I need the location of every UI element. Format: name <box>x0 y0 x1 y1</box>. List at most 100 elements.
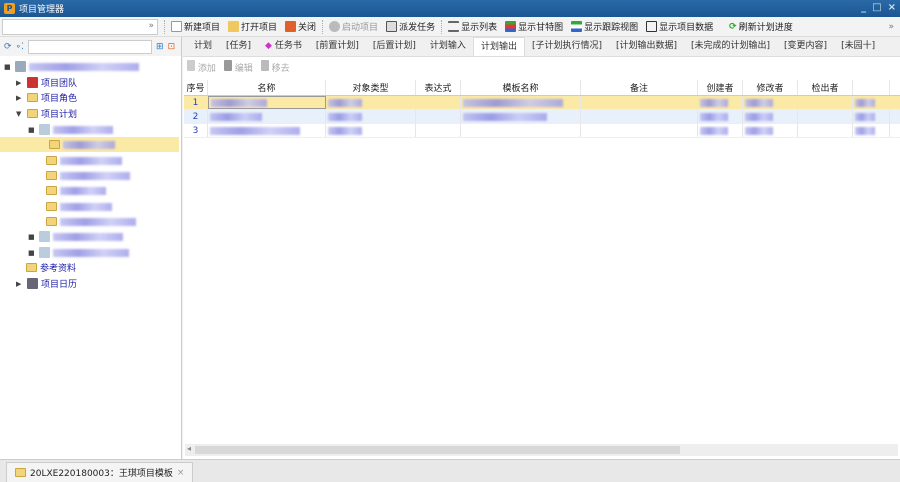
minimize-button[interactable]: _ <box>861 2 866 13</box>
tree-search-input[interactable] <box>28 39 153 54</box>
tab-plan-input[interactable]: 计划输入 <box>423 37 473 56</box>
col-expr[interactable]: 表达式 <box>416 80 461 95</box>
project-document-tab[interactable]: 20LXE220180003：王琪项目模板 × <box>6 462 194 482</box>
tree-node[interactable] <box>46 153 122 168</box>
tab-bar: 计划 [任务] ◆ 任务书 [前置计划] [后置计划] 计划输入 计划输出 [子… <box>183 37 900 57</box>
tree-node[interactable]: ■ <box>28 245 129 260</box>
expand-arrow-icon[interactable]: ▶ <box>16 79 24 87</box>
col-template[interactable]: 模板名称 <box>461 80 581 95</box>
folder-icon <box>15 468 26 477</box>
collapse-arrow-icon[interactable]: ▼ <box>16 110 24 118</box>
close-window-button[interactable]: × <box>888 2 896 13</box>
col-creator[interactable]: 创建者 <box>698 80 743 95</box>
tab-more[interactable]: [未园十] <box>834 37 882 56</box>
dispatch-icon <box>386 21 398 32</box>
open-project-button[interactable]: 打开项目 <box>224 18 281 36</box>
main-panel: 计划 [任务] ◆ 任务书 [前置计划] [后置计划] 计划输入 计划输出 [子… <box>183 37 900 459</box>
tab-plan[interactable]: 计划 <box>187 37 219 56</box>
close-x-icon <box>285 21 297 32</box>
data-icon <box>646 21 658 32</box>
close-tab-icon[interactable]: × <box>177 468 185 478</box>
col-name[interactable]: 名称 <box>208 80 326 95</box>
team-icon <box>27 77 38 88</box>
tree-node[interactable] <box>46 168 130 183</box>
output-grid: 序号 名称 对象类型 表达式 模板名称 备注 创建者 修改者 检出者 1 2 3 <box>184 80 900 138</box>
tree-node[interactable] <box>46 214 136 229</box>
col-checkout[interactable]: 检出者 <box>798 80 853 95</box>
refresh-progress-button[interactable]: ⟳ 刷新计划进度 <box>725 18 797 36</box>
expand-arrow-icon[interactable]: ▶ <box>16 280 24 288</box>
collapse-icon[interactable]: ⊡ <box>168 42 176 52</box>
tree-node[interactable] <box>46 199 112 214</box>
tab-plan-output[interactable]: 计划输出 <box>472 37 525 56</box>
table-row[interactable]: 3 <box>184 124 900 138</box>
show-gantt-button[interactable]: 显示甘特图 <box>501 18 567 36</box>
window-title: 项目管理器 <box>19 5 65 15</box>
document-tab-bar: 20LXE220180003：王琪项目模板 × <box>0 459 900 482</box>
tree-options-icon[interactable]: ∘⁚ <box>16 42 25 52</box>
calendar-icon <box>27 278 38 289</box>
toolbar-overflow-icon[interactable]: » <box>888 22 894 32</box>
folder-open-icon <box>228 21 240 32</box>
tree-item-calendar[interactable]: ▶ 项目日历 <box>16 276 77 291</box>
scroll-thumb[interactable] <box>195 446 680 454</box>
new-project-button[interactable]: 新建项目 <box>167 18 224 36</box>
refresh-icon: ⟳ <box>729 21 737 32</box>
tree-node[interactable] <box>46 183 106 198</box>
tab-task-book[interactable]: ◆ 任务书 <box>258 37 309 56</box>
tab-successor[interactable]: [后置计划] <box>366 37 423 56</box>
project-tree-panel: ⟳ ∘⁚ ⊞ ⊡ ■ ▶ 项目团队 ▶ 项目角色 ▼ 项目计划 ■ ■ ■ 参考资料 … <box>0 37 182 459</box>
expand-icon[interactable]: ⊞ <box>156 42 164 52</box>
start-project-button[interactable]: 启动项目 <box>325 18 382 36</box>
tab-task[interactable]: [任务] <box>219 37 258 56</box>
list-icon <box>448 21 460 32</box>
tree-item-plan[interactable]: ▼ 项目计划 <box>16 106 77 121</box>
tab-unfinished-output[interactable]: [未完成的计划输出] <box>684 37 777 56</box>
scroll-left-icon[interactable]: ◂ <box>187 444 191 453</box>
table-row[interactable]: 2 <box>184 110 900 124</box>
title-bar: P 项目管理器 _ □ × <box>0 0 900 17</box>
edit-button[interactable]: 编辑 <box>223 59 253 74</box>
tree-item-team[interactable]: ▶ 项目团队 <box>16 75 77 90</box>
book-icon: ◆ <box>265 41 272 51</box>
edit-icon <box>223 59 232 71</box>
close-project-button[interactable]: 关闭 <box>281 18 320 36</box>
tracking-icon <box>571 21 583 32</box>
refresh-icon[interactable]: ⟳ <box>4 42 12 52</box>
tab-changes[interactable]: [变更内容] <box>777 37 834 56</box>
main-toolbar: » 新建项目 打开项目 关闭 启动项目 派发任务 显示列表 显示甘特图 显示跟踪… <box>0 17 900 37</box>
col-type[interactable]: 对象类型 <box>326 80 416 95</box>
folder-icon <box>27 109 38 118</box>
col-seq[interactable]: 序号 <box>184 80 208 95</box>
start-icon <box>329 21 341 32</box>
dispatch-task-button[interactable]: 派发任务 <box>382 18 439 36</box>
show-tracking-button[interactable]: 显示跟踪视图 <box>567 18 642 36</box>
show-list-button[interactable]: 显示列表 <box>444 18 501 36</box>
maximize-button[interactable]: □ <box>872 2 881 13</box>
expand-arrow-icon[interactable]: ▶ <box>16 94 24 102</box>
tab-output-data[interactable]: [计划输出数据] <box>609 37 684 56</box>
add-icon <box>187 59 195 71</box>
folder-icon <box>27 93 38 102</box>
horizontal-scrollbar[interactable]: ◂ <box>185 444 898 456</box>
col-note[interactable]: 备注 <box>581 80 698 95</box>
tab-predecessor[interactable]: [前置计划] <box>309 37 366 56</box>
tree-item-reference[interactable]: 参考资料 <box>26 260 76 275</box>
tree-root[interactable]: ■ <box>4 59 139 74</box>
gantt-icon <box>505 21 517 32</box>
grid-header: 序号 名称 对象类型 表达式 模板名称 备注 创建者 修改者 检出者 <box>184 80 900 96</box>
tree-node-selected[interactable] <box>0 137 179 152</box>
tree-item-roles[interactable]: ▶ 项目角色 <box>16 90 77 105</box>
remove-icon <box>260 59 269 71</box>
chevron-down-icon: » <box>148 20 154 31</box>
tab-subplan-status[interactable]: [子计划执行情况] <box>525 37 609 56</box>
show-project-data-button[interactable]: 显示项目数据 <box>642 18 717 36</box>
col-modifier[interactable]: 修改者 <box>743 80 798 95</box>
project-combo[interactable]: » <box>2 18 158 35</box>
tree-node[interactable]: ■ <box>28 122 113 137</box>
tree-node[interactable]: ■ <box>28 229 123 244</box>
remove-button[interactable]: 移去 <box>260 59 290 74</box>
add-button[interactable]: 添加 <box>187 59 216 74</box>
new-file-icon <box>171 21 182 32</box>
table-row[interactable]: 1 <box>184 96 900 110</box>
